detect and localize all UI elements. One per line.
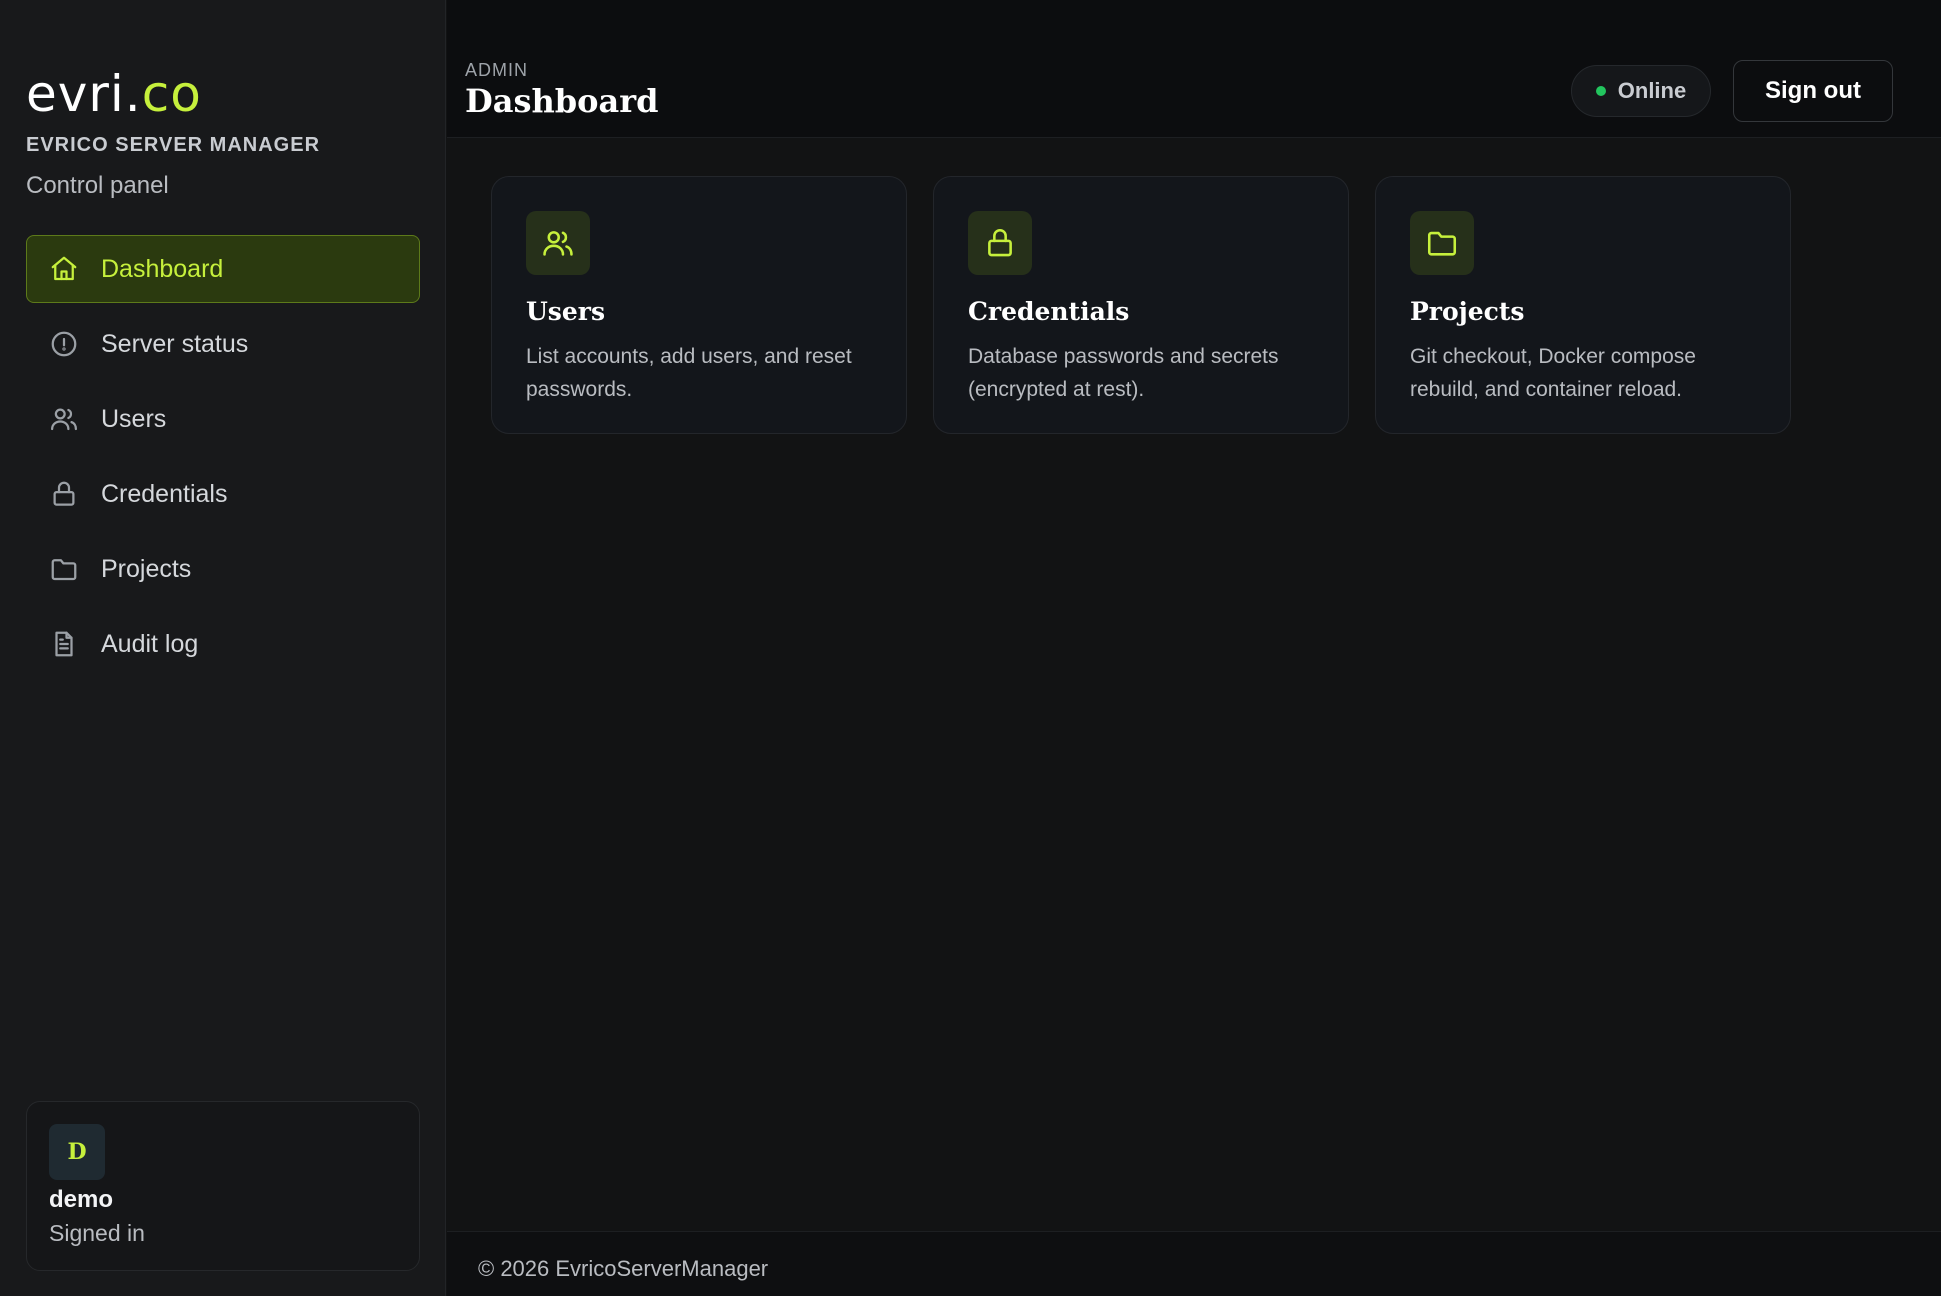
brand-tagline: Control panel: [26, 172, 169, 199]
folder-icon: [1410, 211, 1474, 275]
footer: © 2026 EvricoServerManager: [447, 1231, 1941, 1296]
card-description: List accounts, add users, and reset pass…: [526, 345, 852, 401]
sign-out-button[interactable]: Sign out: [1733, 60, 1893, 122]
sidebar-item-label: Dashboard: [101, 254, 224, 283]
footer-copyright: © 2026 EvricoServerManager: [478, 1256, 769, 1281]
sidebar-item-credentials[interactable]: Credentials: [26, 460, 420, 528]
brand-name: EVRICO SERVER MANAGER: [26, 134, 321, 156]
sidebar-item-dashboard[interactable]: Dashboard: [26, 235, 420, 303]
card-title: Users: [526, 297, 606, 326]
sidebar-item-label: Users: [101, 404, 167, 433]
lock-icon: [47, 477, 81, 511]
page-eyebrow: ADMIN: [465, 60, 528, 80]
sidebar: evri.co EVRICO SERVER MANAGER Control pa…: [0, 0, 446, 1296]
status-label: Online: [1617, 78, 1687, 103]
sidebar-item-label: Projects: [101, 554, 192, 583]
home-icon: [47, 252, 81, 286]
user-card: D demo Signed in: [26, 1101, 420, 1271]
sidebar-item-users[interactable]: Users: [26, 385, 420, 453]
users-icon: [47, 402, 81, 436]
sidebar-item-label: Audit log: [101, 629, 199, 658]
page-title: Dashboard: [465, 82, 659, 120]
card-credentials[interactable]: Credentials Database passwords and secre…: [933, 176, 1349, 434]
users-icon: [526, 211, 590, 275]
lock-icon: [968, 211, 1032, 275]
avatar: D: [49, 1124, 105, 1180]
circle-info-icon: [47, 327, 81, 361]
folder-icon: [47, 552, 81, 586]
sidebar-item-label: Credentials: [101, 479, 228, 508]
user-status: Signed in: [49, 1220, 145, 1246]
logo-text: evri.: [26, 65, 142, 123]
sidebar-item-projects[interactable]: Projects: [26, 535, 420, 603]
brand-logo[interactable]: evri.co: [26, 68, 202, 120]
card-description: Git checkout, Docker compose rebuild, an…: [1410, 345, 1696, 401]
online-dot-icon: [1595, 86, 1606, 96]
sidebar-item-label: Server status: [101, 329, 249, 358]
card-users[interactable]: Users List accounts, add users, and rese…: [491, 176, 907, 434]
sidebar-nav: Dashboard Server status Users Credential…: [26, 235, 420, 685]
top-header: ADMIN Dashboard Online Sign out: [447, 0, 1941, 138]
card-title: Projects: [1410, 297, 1525, 326]
sidebar-item-server-status[interactable]: Server status: [26, 310, 420, 378]
file-text-icon: [47, 627, 81, 661]
status-badge: Online: [1571, 65, 1711, 117]
card-description: Database passwords and secrets (encrypte…: [968, 345, 1279, 401]
card-projects[interactable]: Projects Git checkout, Docker compose re…: [1375, 176, 1791, 434]
sidebar-item-audit-log[interactable]: Audit log: [26, 610, 420, 678]
user-name: demo: [49, 1186, 114, 1213]
card-title: Credentials: [968, 297, 1130, 326]
logo-accent: co: [141, 65, 202, 123]
